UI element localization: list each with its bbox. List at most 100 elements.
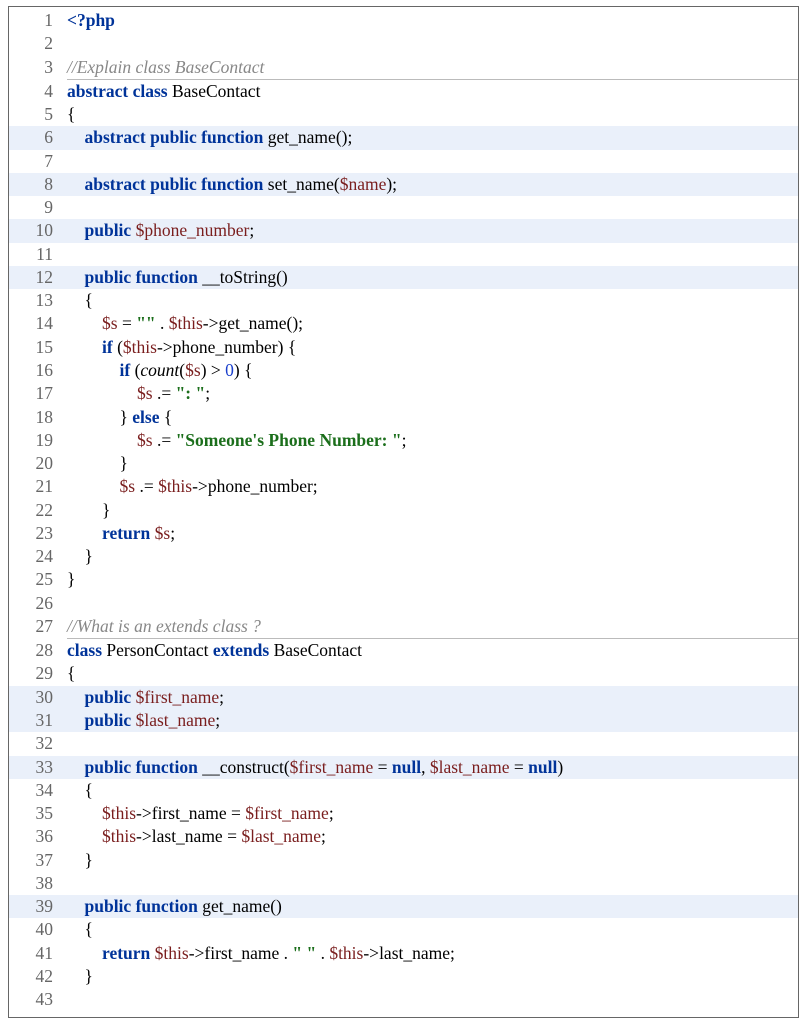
code-token: ); [386,174,397,194]
line-number: 28 [9,639,67,662]
code-token: __construct [202,757,284,777]
line-number: 35 [9,802,67,825]
code-content: $s .= "Someone's Phone Number: "; [67,429,798,452]
code-line: 36 $this->last_name = $last_name; [9,825,798,848]
code-token: BaseContact [274,640,362,660]
code-token: abstract public function [85,127,268,147]
code-token: { [67,104,75,124]
code-token: $phone_number [136,220,250,240]
code-token: = [373,757,392,777]
code-token: } [102,500,110,520]
code-token: null [528,757,557,777]
code-line: 37 } [9,849,798,872]
line-number: 38 [9,872,67,895]
code-line: 31 public $last_name; [9,709,798,732]
code-token: = [227,803,246,823]
page: 1<?php2 3//Explain class BaseContact4abs… [0,0,807,1028]
code-token: ) { [278,337,297,357]
code-token: public [85,687,136,707]
code-token: .= [153,430,176,450]
line-number: 36 [9,825,67,848]
line-number: 3 [9,56,67,79]
code-content: } [67,965,798,988]
code-token: ) [557,757,563,777]
code-line: 35 $this->first_name = $first_name; [9,802,798,825]
code-content: $this->first_name = $first_name; [67,802,798,825]
code-token: . [279,943,292,963]
line-number: 10 [9,219,67,242]
code-line: 5{ [9,103,798,126]
code-token: $s [120,476,136,496]
code-token: phone_number [208,476,313,496]
line-number: 32 [9,732,67,755]
code-token: last_name [152,826,223,846]
code-line: 4abstract class BaseContact [9,80,798,103]
line-number: 6 [9,126,67,149]
code-content: //Explain class BaseContact [67,56,798,80]
code-token: = [510,757,529,777]
code-token: } [85,966,93,986]
line-number: 5 [9,103,67,126]
code-content [67,592,798,615]
code-token: } [85,546,93,566]
code-content: if (count($s) > 0) { [67,359,798,382]
code-token: -> [189,943,205,963]
line-number: 11 [9,243,67,266]
code-line: 15 if ($this->phone_number) { [9,336,798,359]
line-number: 1 [9,9,67,32]
code-token: ; [219,687,224,707]
code-token: <?php [67,10,115,30]
line-number: 33 [9,756,67,779]
code-block: 1<?php2 3//Explain class BaseContact4abs… [8,6,799,1018]
code-token: class [67,640,106,660]
code-line: 30 public $first_name; [9,686,798,709]
code-content: abstract public function set_name($name)… [67,173,798,196]
code-line: 25} [9,568,798,591]
code-line: 7 [9,150,798,173]
code-token: ; [205,383,210,403]
code-token: $this [123,337,157,357]
code-token: public [85,710,136,730]
code-token: . [156,313,169,333]
line-number: 21 [9,475,67,498]
code-token: .= [135,476,158,496]
code-token: ; [329,803,334,823]
code-token: $s [137,383,153,403]
line-number: 16 [9,359,67,382]
code-line: 8 abstract public function set_name($nam… [9,173,798,196]
code-content: { [67,103,798,126]
code-line: 42 } [9,965,798,988]
code-token: $first_name [245,803,329,823]
code-content: public function get_name() [67,895,798,918]
code-content: //What is an extends class ? [67,615,798,639]
code-content: } [67,499,798,522]
line-number: 29 [9,662,67,685]
line-number: 12 [9,266,67,289]
line-number: 25 [9,568,67,591]
line-number: 42 [9,965,67,988]
code-token: { [85,290,93,310]
code-token: = [223,826,242,846]
code-token: $s [155,523,171,543]
line-number: 8 [9,173,67,196]
code-token: " " [292,943,316,963]
line-number: 34 [9,779,67,802]
code-token: $this [155,943,189,963]
line-number: 22 [9,499,67,522]
code-token: -> [157,337,173,357]
code-token: = [118,313,137,333]
code-token: $s [102,313,118,333]
code-content [67,732,798,755]
line-number: 31 [9,709,67,732]
code-token: phone_number [173,337,278,357]
line-number: 26 [9,592,67,615]
line-number: 19 [9,429,67,452]
code-token: return [102,523,155,543]
code-line: 20 } [9,452,798,475]
code-content: } else { [67,406,798,429]
code-token: else [132,407,159,427]
line-number: 17 [9,382,67,405]
code-line: 24 } [9,545,798,568]
code-line: 33 public function __construct($first_na… [9,756,798,779]
code-line: 10 public $phone_number; [9,219,798,242]
